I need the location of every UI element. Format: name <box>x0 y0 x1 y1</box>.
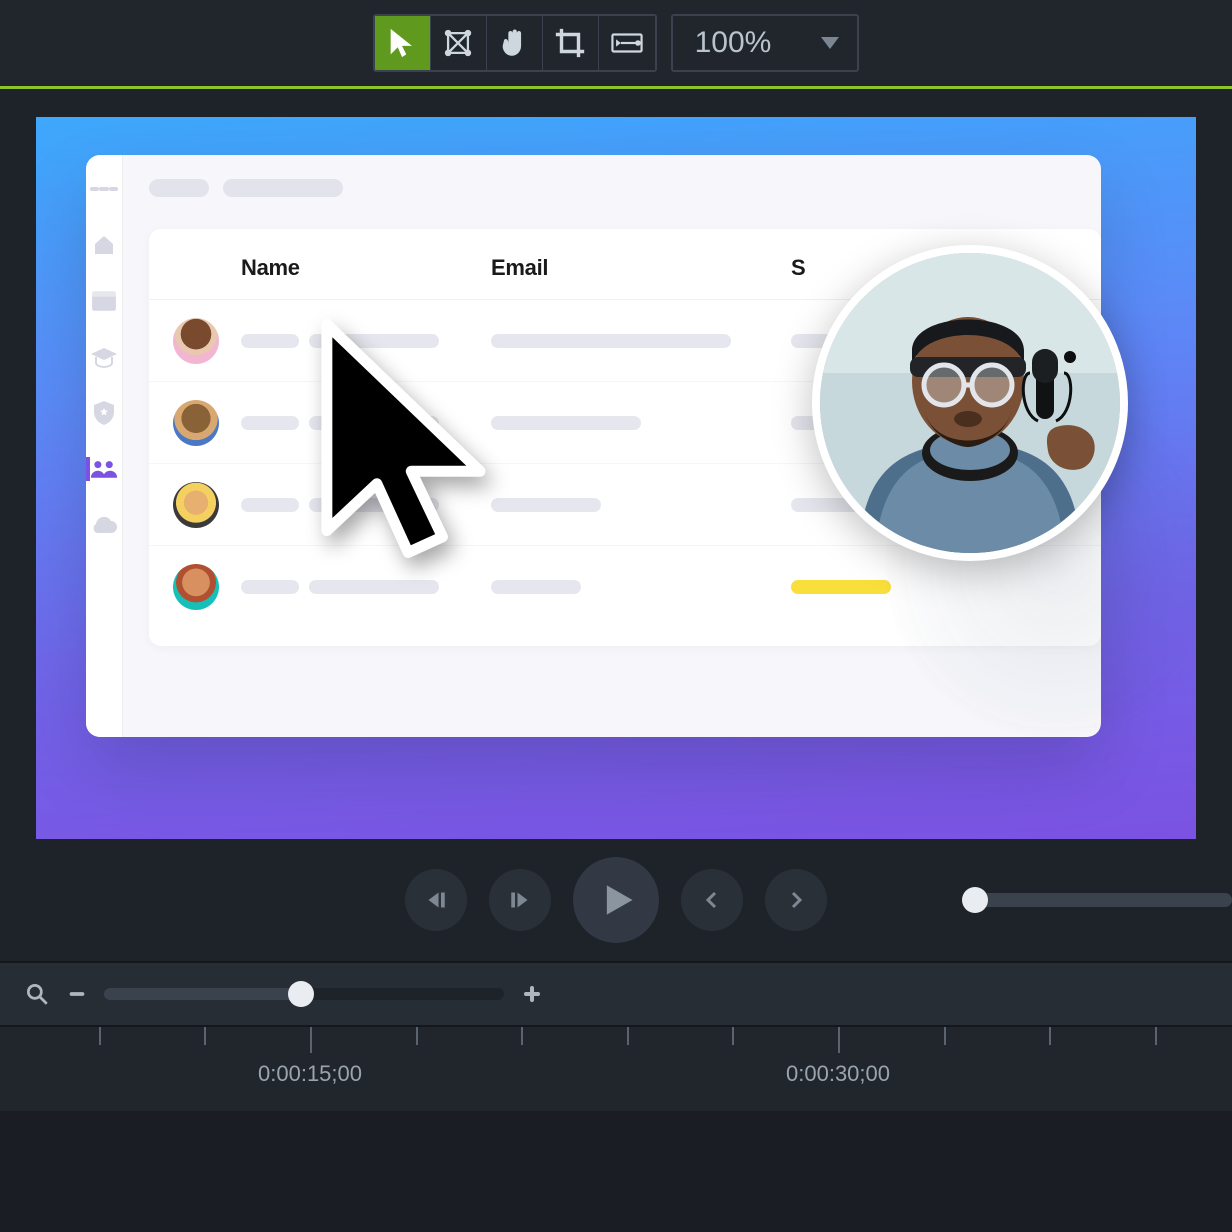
users-icon <box>86 457 118 481</box>
speed-slider[interactable] <box>964 891 1232 909</box>
play-button[interactable] <box>573 857 659 943</box>
avatar <box>173 482 219 528</box>
zoom-dropdown[interactable]: 100% <box>671 14 860 72</box>
play-icon <box>594 878 638 922</box>
canvas-area: Name Email S <box>0 89 1232 839</box>
top-toolbar: 100% <box>0 0 1232 86</box>
cursor-icon <box>385 26 419 60</box>
prev-marker-button[interactable] <box>681 869 743 931</box>
hand-icon <box>497 26 531 60</box>
step-forward-button[interactable] <box>489 869 551 931</box>
col-name: Name <box>241 255 491 281</box>
slider-track <box>964 893 1232 907</box>
select-tool[interactable] <box>375 16 431 70</box>
step-forward-icon <box>505 885 535 915</box>
home-icon <box>90 233 118 257</box>
zoom-in-button[interactable] <box>520 982 544 1006</box>
crop-icon <box>553 26 587 60</box>
timeline-zoom-slider[interactable] <box>104 988 504 1000</box>
animation-tool[interactable] <box>599 16 655 70</box>
window-icon <box>90 289 118 313</box>
avatar <box>173 318 219 364</box>
timeline-ruler[interactable]: 0:00:15;00 0:00:30;00 <box>0 1027 1232 1111</box>
zoom-value: 100% <box>695 26 772 60</box>
large-cursor-overlay <box>310 315 500 570</box>
mock-sidebar <box>86 155 123 737</box>
canvas[interactable]: Name Email S <box>36 117 1196 839</box>
chevron-down-icon <box>821 37 839 49</box>
time-label: 0:00:30;00 <box>786 1061 890 1087</box>
col-email: Email <box>491 255 791 281</box>
pan-tool[interactable] <box>487 16 543 70</box>
breadcrumb <box>149 179 1101 197</box>
avatar <box>173 400 219 446</box>
animation-icon <box>610 26 644 60</box>
next-marker-button[interactable] <box>765 869 827 931</box>
step-back-button[interactable] <box>405 869 467 931</box>
transform-tool[interactable] <box>431 16 487 70</box>
avatar <box>173 564 219 610</box>
education-icon <box>90 345 118 369</box>
step-back-icon <box>421 885 451 915</box>
cloud-icon <box>90 513 118 537</box>
transform-icon <box>441 26 475 60</box>
timeline-zoom-bar <box>0 961 1232 1027</box>
timeline-tracks[interactable] <box>0 1111 1232 1232</box>
cursor-arrow-icon <box>310 315 500 565</box>
search-icon[interactable] <box>24 981 50 1007</box>
crumb-placeholder <box>149 179 209 197</box>
slider-knob[interactable] <box>962 887 988 913</box>
security-icon <box>90 401 118 425</box>
zoom-out-button[interactable] <box>66 983 88 1005</box>
chevron-right-icon <box>784 888 808 912</box>
menu-icon <box>90 177 118 201</box>
webcam-illustration <box>820 253 1120 553</box>
slider-fill <box>104 988 296 1000</box>
webcam-bubble[interactable] <box>812 245 1128 561</box>
crop-tool[interactable] <box>543 16 599 70</box>
crumb-placeholder <box>223 179 343 197</box>
time-label: 0:00:15;00 <box>258 1061 362 1087</box>
playback-controls <box>0 839 1232 961</box>
chevron-left-icon <box>700 888 724 912</box>
slider-knob[interactable] <box>288 981 314 1007</box>
tool-group <box>373 14 657 72</box>
